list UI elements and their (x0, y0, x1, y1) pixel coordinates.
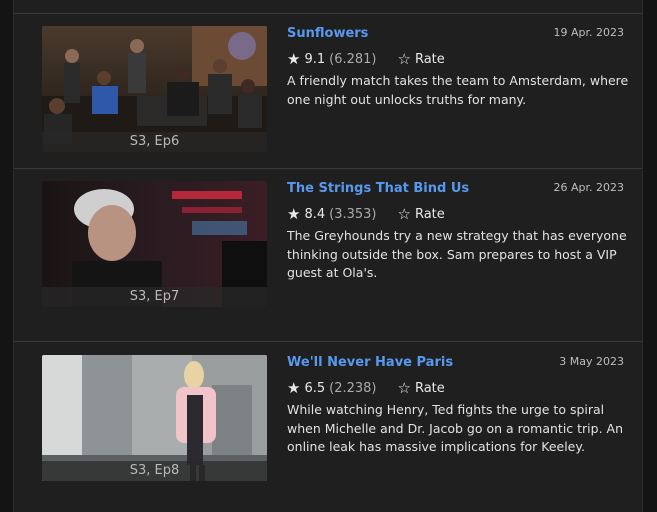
rating-row: ★ 6.5 (2.238) ☆ Rate (287, 378, 445, 398)
episode-air-date: 19 Apr. 2023 (553, 26, 624, 39)
episode-item: S3, Ep6 Sunflowers 19 Apr. 2023 ★ 9.1 (6… (14, 14, 642, 174)
episode-thumbnail[interactable]: S3, Ep6 (42, 26, 267, 152)
star-filled-icon: ★ (287, 379, 301, 397)
rating-score: 6.5 (304, 380, 326, 396)
rate-button[interactable]: ☆ Rate (398, 379, 445, 397)
episode-title-link[interactable]: Sunflowers (287, 26, 368, 41)
episode-thumbnail[interactable]: S3, Ep8 (42, 355, 267, 481)
rating-row: ★ 8.4 (3.353) ☆ Rate (287, 204, 445, 224)
episode-description: A friendly match takes the team to Amste… (287, 73, 629, 107)
rating-votes: (6.281) (329, 51, 377, 67)
rate-label: Rate (414, 380, 445, 396)
episode-item: S3, Ep8 We'll Never Have Paris 3 May 202… (14, 343, 642, 503)
star-filled-icon: ★ (287, 205, 301, 223)
rate-button[interactable]: ☆ Rate (398, 205, 445, 223)
episode-title-link[interactable]: We'll Never Have Paris (287, 355, 453, 370)
episode-air-date: 26 Apr. 2023 (553, 181, 624, 194)
episode-number-label: S3, Ep8 (42, 461, 267, 481)
rate-button[interactable]: ☆ Rate (398, 50, 445, 68)
episode-air-date: 3 May 2023 (559, 355, 624, 368)
rating-score: 8.4 (304, 206, 326, 222)
rating-votes: (2.238) (329, 380, 377, 396)
episode-thumbnail[interactable]: S3, Ep7 (42, 181, 267, 307)
episode-description: The Greyhounds try a new strategy that h… (287, 228, 627, 280)
star-filled-icon: ★ (287, 50, 301, 68)
episode-list: S3, Ep6 Sunflowers 19 Apr. 2023 ★ 9.1 (6… (13, 0, 643, 512)
rate-label: Rate (414, 206, 445, 222)
rating-score: 9.1 (304, 51, 326, 67)
rate-label: Rate (414, 51, 445, 67)
star-outline-icon: ☆ (397, 205, 411, 223)
star-outline-icon: ☆ (397, 50, 411, 68)
episode-title-link[interactable]: The Strings That Bind Us (287, 181, 469, 196)
episode-item: S3, Ep7 The Strings That Bind Us 26 Apr.… (14, 169, 642, 329)
episode-number-label: S3, Ep7 (42, 287, 267, 307)
rating-votes: (3.353) (329, 206, 377, 222)
star-outline-icon: ☆ (397, 379, 411, 397)
rating-row: ★ 9.1 (6.281) ☆ Rate (287, 49, 445, 69)
divider (14, 341, 642, 342)
episode-number-label: S3, Ep6 (42, 132, 267, 152)
episode-description: While watching Henry, Ted fights the urg… (287, 402, 624, 454)
